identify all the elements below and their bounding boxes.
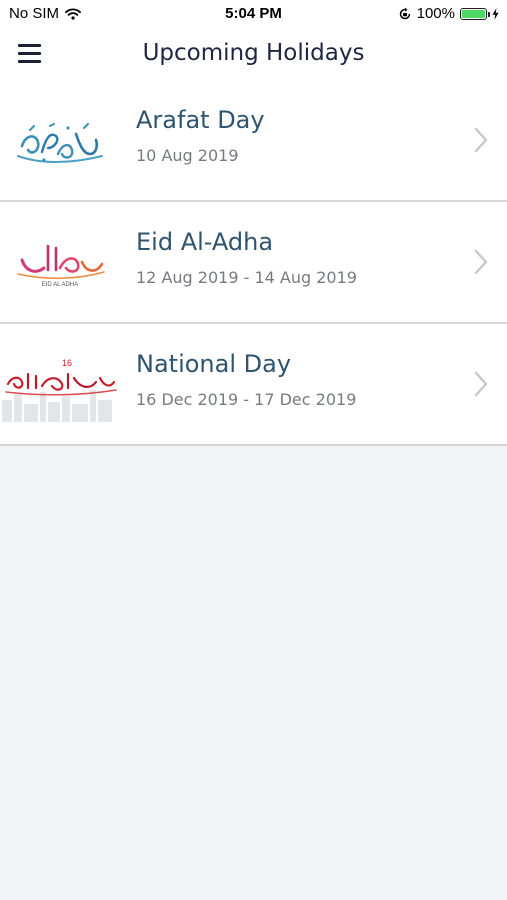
battery-percent: 100% — [416, 5, 455, 22]
holiday-title: Eid Al-Adha — [136, 228, 274, 256]
holiday-title: National Day — [136, 350, 292, 378]
national-day-calligraphy-image: 16 — [2, 358, 117, 422]
battery-tip — [488, 11, 490, 17]
battery-fill — [462, 9, 485, 18]
page-title: Upcoming Holidays — [142, 40, 365, 66]
list-item-eid-al-adha[interactable]: EID AL ADHA Eid Al-Adha 12 Aug 2019 - 14… — [0, 202, 507, 324]
chevron-right-icon — [474, 371, 488, 397]
eid-al-adha-caption: EID AL ADHA — [42, 282, 78, 288]
arafat-day-calligraphy-image — [17, 123, 103, 163]
navigation-bar: Upcoming Holidays — [0, 28, 507, 80]
holiday-date: 10 Aug 2019 — [136, 146, 239, 165]
holiday-list: Arafat Day 10 Aug 2019 EID AL ADHA Eid A… — [0, 80, 507, 446]
battery-icon — [460, 7, 490, 20]
chevron-right-icon — [474, 127, 488, 153]
charging-bolt-icon — [492, 7, 499, 20]
holiday-title: Arafat Day — [136, 106, 265, 134]
holiday-date: 12 Aug 2019 - 14 Aug 2019 — [136, 268, 357, 287]
status-bar: No SIM 5:04 PM 100% — [0, 0, 507, 28]
eid-al-adha-calligraphy-image: EID AL ADHA — [17, 244, 105, 288]
holiday-date: 16 Dec 2019 - 17 Dec 2019 — [136, 390, 357, 409]
chevron-right-icon — [474, 249, 488, 275]
status-right: 100% — [398, 5, 499, 22]
national-day-caption: 16 — [62, 358, 72, 368]
list-item-arafat-day[interactable]: Arafat Day 10 Aug 2019 — [0, 80, 507, 202]
rotation-lock-icon — [399, 7, 410, 19]
list-item-national-day[interactable]: 16 National Day 16 Dec 2019 - 17 Dec 201… — [0, 324, 507, 446]
